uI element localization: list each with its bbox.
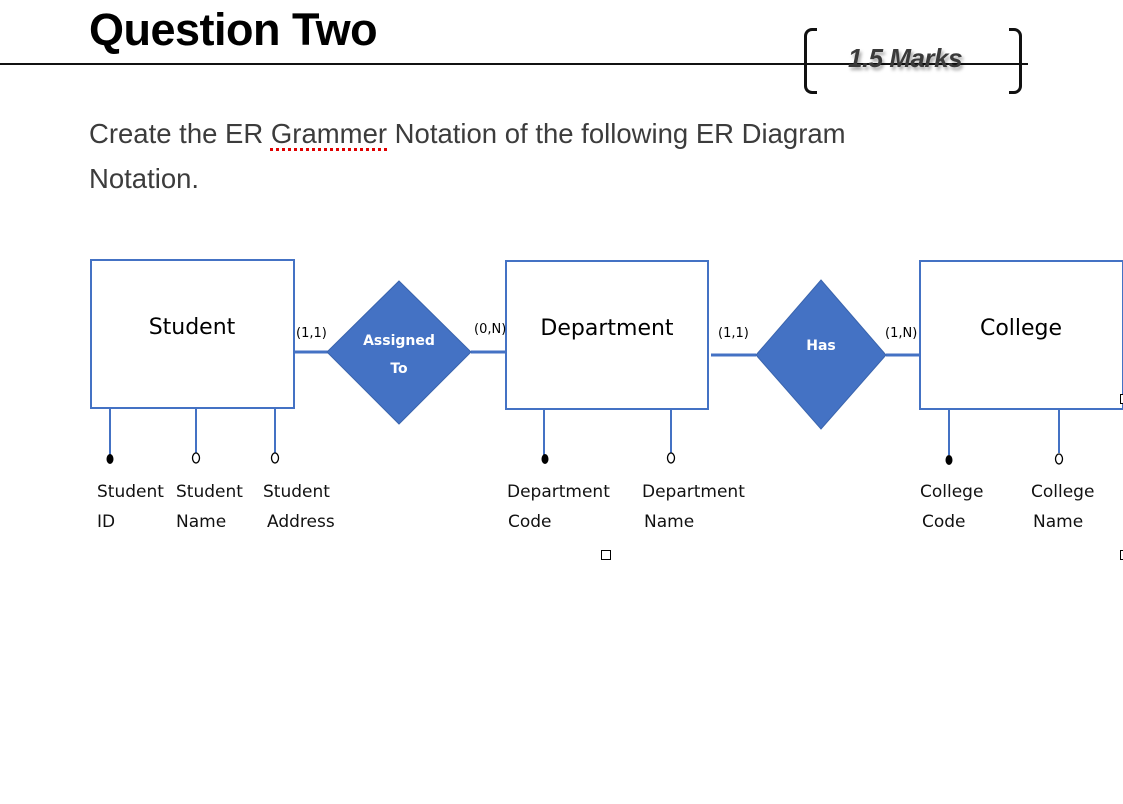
svg-text:Address: Address (267, 512, 335, 532)
key-attribute-marker-icon (541, 454, 549, 464)
er-diagram: Student Department College Assigned To H… (90, 259, 1123, 532)
svg-text:Student: Student (176, 482, 243, 502)
svg-text:Department: Department (507, 482, 610, 502)
entity-label: College (980, 316, 1062, 341)
attribute-college-name: College Name (1031, 482, 1094, 532)
relationship-label-line2: To (390, 361, 408, 377)
entity-label: Department (540, 316, 674, 341)
entity-label: Student (149, 315, 236, 340)
relationship-has[interactable]: Has (755, 279, 887, 430)
attribute-department-code: Department Code (507, 482, 610, 532)
attribute-student-name: Student Name (176, 482, 243, 532)
attribute-marker-icon (1054, 453, 1064, 465)
key-attribute-marker-icon (945, 455, 953, 465)
svg-text:Name: Name (644, 512, 694, 532)
svg-text:College: College (1031, 482, 1094, 502)
cardinality-student-assigned: (1,1) (296, 326, 327, 341)
attribute-college-code: College Code (920, 482, 983, 532)
svg-text:Student: Student (97, 482, 164, 502)
svg-text:Name: Name (176, 512, 226, 532)
key-attribute-marker-icon (106, 454, 114, 464)
svg-text:Code: Code (508, 512, 552, 532)
cardinality-assigned-department: (0,N) (474, 322, 506, 337)
attribute-student-address: Student Address (263, 482, 335, 532)
attribute-department-name: Department Name (642, 482, 745, 532)
entity-college[interactable]: College (919, 260, 1123, 410)
svg-text:Student: Student (263, 482, 330, 502)
resize-handle-bottom[interactable] (601, 550, 611, 560)
relationship-label-line1: Has (806, 338, 836, 354)
svg-text:Department: Department (642, 482, 745, 502)
attribute-marker-icon (191, 452, 201, 464)
cardinality-has-college: (1,N) (885, 326, 917, 341)
entity-department[interactable]: Department (505, 260, 709, 410)
attribute-student-id: Student ID (97, 482, 164, 532)
entity-student[interactable]: Student (90, 259, 295, 409)
relationship-label-line1: Assigned (363, 333, 435, 349)
svg-text:ID: ID (97, 512, 115, 532)
svg-text:College: College (920, 482, 983, 502)
svg-text:Name: Name (1033, 512, 1083, 532)
relationship-assigned-to[interactable]: Assigned To (326, 280, 472, 425)
attribute-marker-icon (270, 452, 280, 464)
svg-text:Code: Code (922, 512, 966, 532)
cardinality-department-has: (1,1) (718, 326, 749, 341)
attribute-marker-icon (666, 452, 676, 464)
